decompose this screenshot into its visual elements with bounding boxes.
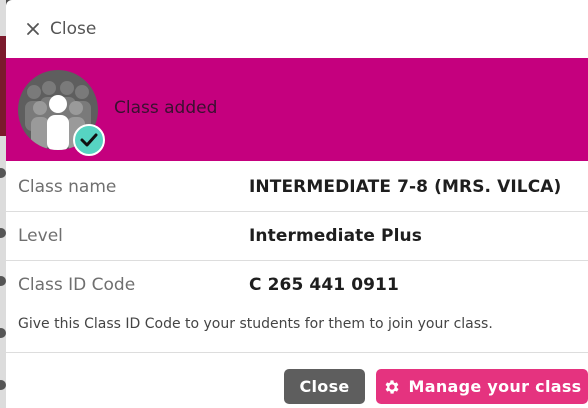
close-link[interactable]: Close bbox=[26, 17, 96, 41]
detail-row-class-id: Class ID Code C 265 441 0911 bbox=[6, 260, 588, 309]
level-label: Level bbox=[18, 226, 63, 246]
close-x-icon bbox=[26, 22, 40, 36]
class-id-value: C 265 441 0911 bbox=[249, 275, 399, 295]
detail-row-level: Level Intermediate Plus bbox=[6, 211, 588, 261]
checkmark-badge-icon bbox=[73, 124, 105, 156]
footer-divider bbox=[6, 352, 588, 353]
manage-class-button[interactable]: Manage your class bbox=[376, 369, 588, 404]
class-name-value: INTERMEDIATE 7-8 (MRS. VILCA) bbox=[249, 177, 562, 197]
close-link-label: Close bbox=[50, 19, 97, 39]
class-name-label: Class name bbox=[18, 177, 117, 197]
dialog-header: Close bbox=[6, 0, 588, 58]
class-added-banner: Class added bbox=[6, 58, 588, 161]
gear-icon bbox=[383, 378, 401, 396]
class-added-message: Class added bbox=[114, 98, 218, 118]
manage-class-label: Manage your class bbox=[408, 377, 582, 396]
class-id-instructions: Give this Class ID Code to your students… bbox=[18, 316, 493, 332]
close-button[interactable]: Close bbox=[284, 369, 365, 404]
class-added-dialog: Close Class added Class name INTERMEDIAT… bbox=[6, 0, 588, 408]
detail-row-class-name: Class name INTERMEDIATE 7-8 (MRS. VILCA) bbox=[6, 162, 588, 212]
level-value: Intermediate Plus bbox=[249, 226, 422, 246]
class-id-label: Class ID Code bbox=[18, 275, 136, 295]
